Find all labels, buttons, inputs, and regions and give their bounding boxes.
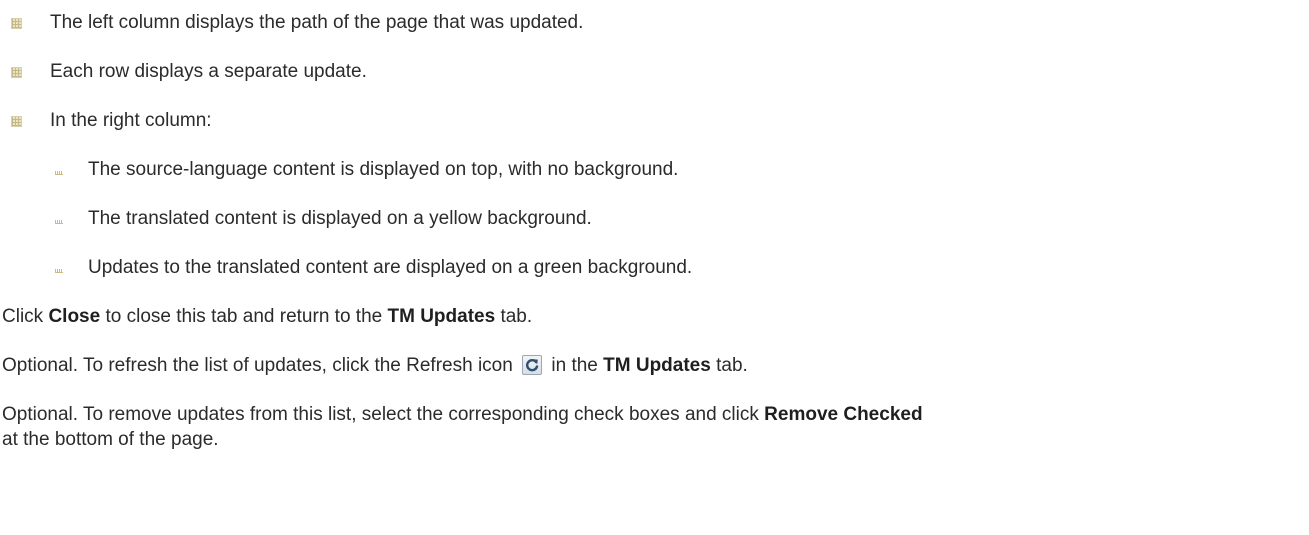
remove-checked-label: Remove Checked bbox=[764, 404, 923, 425]
list-item-text: In the right column: bbox=[50, 110, 212, 131]
sub-list-item: The translated content is displayed on a… bbox=[0, 206, 1309, 231]
sub-list-item-text: Updates to the translated content are di… bbox=[88, 257, 693, 278]
list-item-text: The left column displays the path of the… bbox=[50, 12, 584, 33]
list-item: Each row displays a separate update. bbox=[0, 59, 1309, 84]
bullet-icon bbox=[11, 18, 22, 29]
list-item: The left column displays the path of the… bbox=[0, 10, 1309, 35]
sub-bullet-icon bbox=[55, 269, 63, 273]
list-item-text: Each row displays a separate update. bbox=[50, 61, 367, 82]
document-page: The left column displays the path of the… bbox=[0, 0, 1309, 535]
bullet-icon bbox=[11, 67, 22, 78]
paragraph-close: Click Close to close this tab and return… bbox=[2, 306, 533, 327]
sub-bullet-icon bbox=[55, 220, 63, 224]
sub-list-item: The source-language content is displayed… bbox=[0, 157, 1309, 182]
paragraph-remove: Optional. To remove updates from this li… bbox=[2, 404, 923, 450]
tm-updates-label: TM Updates bbox=[603, 355, 711, 376]
bullet-icon bbox=[11, 116, 22, 127]
paragraph-refresh: Optional. To refresh the list of updates… bbox=[2, 355, 748, 376]
refresh-icon bbox=[522, 355, 543, 375]
close-label: Close bbox=[48, 306, 101, 327]
sub-bullet-icon bbox=[55, 171, 63, 175]
list-item: In the right column: bbox=[0, 108, 1309, 133]
sub-list-item: Updates to the translated content are di… bbox=[0, 255, 1309, 280]
sub-list-item-text: The source-language content is displayed… bbox=[88, 159, 679, 180]
sub-list-item-text: The translated content is displayed on a… bbox=[88, 208, 592, 229]
tm-updates-label: TM Updates bbox=[387, 306, 496, 327]
